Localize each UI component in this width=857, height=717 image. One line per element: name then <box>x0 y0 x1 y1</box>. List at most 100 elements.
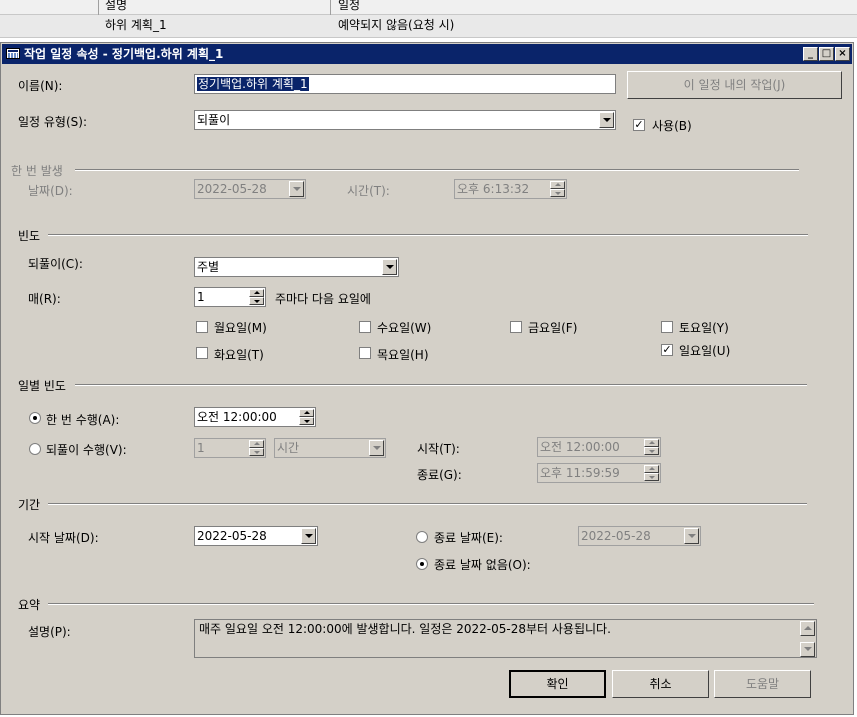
schedule-type-value: 되풀이 <box>197 113 231 127</box>
spin-up-icon[interactable] <box>644 465 659 473</box>
day-label-saturday[interactable]: 토요일(Y) <box>679 319 729 336</box>
every-weeks-stepper[interactable]: 1 <box>194 287 266 307</box>
help-button[interactable]: 도움말 <box>714 670 811 698</box>
spinner[interactable] <box>249 440 264 456</box>
day-checkbox-thursday[interactable] <box>359 347 371 359</box>
end-date-picker[interactable]: 2022-05-28 <box>578 526 701 546</box>
day-label-sunday[interactable]: 일요일(U) <box>679 342 730 359</box>
occurs-every-label[interactable]: 되풀이 수행(V): <box>46 441 127 458</box>
recurs-label: 되풀이(C): <box>28 257 83 271</box>
spinner[interactable] <box>644 439 659 455</box>
grid-row[interactable]: 하위 계획_1 예약되지 않음(요청 시) <box>0 15 857 38</box>
day-checkbox-sunday[interactable]: ✓ <box>661 344 673 356</box>
enabled-checkbox[interactable]: ✓ <box>633 119 645 131</box>
calendar-grid-icon <box>6 48 20 59</box>
day-checkbox-wednesday[interactable] <box>359 321 371 333</box>
one-time-time-value: 오후 6:13:32 <box>457 182 530 196</box>
close-button[interactable]: × <box>835 47 850 61</box>
chevron-down-icon[interactable] <box>369 440 384 456</box>
one-time-date-label: 날짜(D): <box>28 184 73 198</box>
one-time-time-input[interactable]: 오후 6:13:32 <box>454 179 567 199</box>
title-bar[interactable]: 작업 일정 속성 - 정기백업.하위 계획_1 _ □ × <box>2 44 852 64</box>
enabled-label[interactable]: 사용(B) <box>652 117 692 134</box>
grid-header-description[interactable]: 설명 <box>105 0 127 12</box>
name-input[interactable]: 정기백업.하위 계획_1 <box>194 74 616 94</box>
occurs-once-label[interactable]: 한 번 수행(A): <box>46 411 119 428</box>
duration-start-date-picker[interactable]: 2022-05-28 <box>194 526 318 546</box>
grid-header: 설명 일정 <box>0 0 857 15</box>
spin-down-icon[interactable] <box>644 447 659 455</box>
scroll-up-icon[interactable] <box>800 621 815 636</box>
day-checkbox-monday[interactable] <box>196 321 208 333</box>
group-divider <box>75 169 799 171</box>
end-date-label[interactable]: 종료 날짜(E): <box>434 529 503 546</box>
day-checkbox-tuesday[interactable] <box>196 347 208 359</box>
spinner[interactable] <box>550 181 565 197</box>
group-divider <box>48 234 808 236</box>
grid-cell-schedule: 예약되지 않음(요청 시) <box>338 18 455 32</box>
spin-up-icon[interactable] <box>249 440 264 448</box>
summary-description-box[interactable]: 매주 일요일 오전 12:00:00에 발생합니다. 일정은 2022-05-2… <box>194 619 817 658</box>
day-label-monday[interactable]: 월요일(M) <box>214 319 267 336</box>
daily-start-time-input[interactable]: 오전 12:00:00 <box>537 437 661 457</box>
grid-header-schedule[interactable]: 일정 <box>338 0 360 12</box>
spin-down-icon[interactable] <box>299 417 314 425</box>
chevron-down-icon[interactable] <box>599 112 614 128</box>
recurs-value: 주별 <box>197 260 220 274</box>
maximize-button[interactable]: □ <box>819 47 834 61</box>
day-label-thursday[interactable]: 목요일(H) <box>377 346 429 363</box>
chevron-down-icon[interactable] <box>289 181 304 197</box>
spin-up-icon[interactable] <box>249 289 264 297</box>
day-label-friday[interactable]: 금요일(F) <box>528 319 577 336</box>
daily-end-label: 종료(G): <box>417 468 462 482</box>
no-end-date-label[interactable]: 종료 날짜 없음(O): <box>434 556 531 573</box>
day-checkbox-saturday[interactable] <box>661 321 673 333</box>
spin-up-icon[interactable] <box>550 181 565 189</box>
summary-scrollbar[interactable] <box>800 621 815 657</box>
ok-button[interactable]: 확인 <box>509 670 606 698</box>
chevron-down-icon[interactable] <box>382 259 397 275</box>
schedule-properties-dialog: 작업 일정 속성 - 정기백업.하위 계획_1 _ □ × 이름(N): 정기백… <box>0 42 854 715</box>
end-date-value: 2022-05-28 <box>581 529 651 543</box>
occurs-once-radio[interactable] <box>29 412 41 424</box>
recurs-select[interactable]: 주별 <box>194 257 399 277</box>
scroll-down-icon[interactable] <box>800 642 815 657</box>
one-time-date-picker[interactable]: 2022-05-28 <box>194 179 306 199</box>
spin-up-icon[interactable] <box>299 409 314 417</box>
spin-up-icon[interactable] <box>644 439 659 447</box>
cancel-button[interactable]: 취소 <box>612 670 709 698</box>
every-weeks-label: 매(R): <box>28 292 61 306</box>
occurs-once-time-input[interactable]: 오전 12:00:00 <box>194 407 316 427</box>
one-time-date-value: 2022-05-28 <box>197 182 267 196</box>
name-value: 정기백업.하위 계획_1 <box>197 77 309 91</box>
day-label-wednesday[interactable]: 수요일(W) <box>377 319 431 336</box>
spin-down-icon[interactable] <box>550 189 565 197</box>
jobs-in-schedule-button[interactable]: 이 일정 내의 작업(J) <box>627 71 842 99</box>
spin-down-icon[interactable] <box>644 473 659 481</box>
day-checkbox-friday[interactable] <box>510 321 522 333</box>
spinner[interactable] <box>299 409 314 425</box>
spinner[interactable] <box>249 289 264 305</box>
daily-end-time-value: 오후 11:59:59 <box>540 466 620 480</box>
spinner[interactable] <box>644 465 659 481</box>
no-end-date-radio[interactable] <box>416 558 428 570</box>
occurs-every-radio[interactable] <box>29 443 41 455</box>
chevron-down-icon[interactable] <box>684 528 699 544</box>
occurs-every-stepper[interactable]: 1 <box>194 438 266 458</box>
frequency-group-title: 빈도 <box>18 229 41 243</box>
occurs-every-unit-select[interactable]: 시간 <box>274 438 386 458</box>
chevron-down-icon[interactable] <box>301 528 316 544</box>
daily-end-time-input[interactable]: 오후 11:59:59 <box>537 463 661 483</box>
day-label-tuesday[interactable]: 화요일(T) <box>214 346 264 363</box>
end-date-radio[interactable] <box>416 531 428 543</box>
group-divider <box>48 603 814 605</box>
one-time-group-title: 한 번 발생 <box>11 164 63 178</box>
duration-start-label: 시작 날짜(D): <box>28 531 99 545</box>
minimize-button[interactable]: _ <box>803 47 818 61</box>
schedule-type-select[interactable]: 되풀이 <box>194 110 616 130</box>
daily-start-label: 시작(T): <box>417 442 460 456</box>
spin-down-icon[interactable] <box>249 297 264 305</box>
spin-down-icon[interactable] <box>249 448 264 456</box>
dialog-title: 작업 일정 속성 - 정기백업.하위 계획_1 <box>24 47 224 61</box>
occurs-every-unit-value: 시간 <box>277 441 300 455</box>
